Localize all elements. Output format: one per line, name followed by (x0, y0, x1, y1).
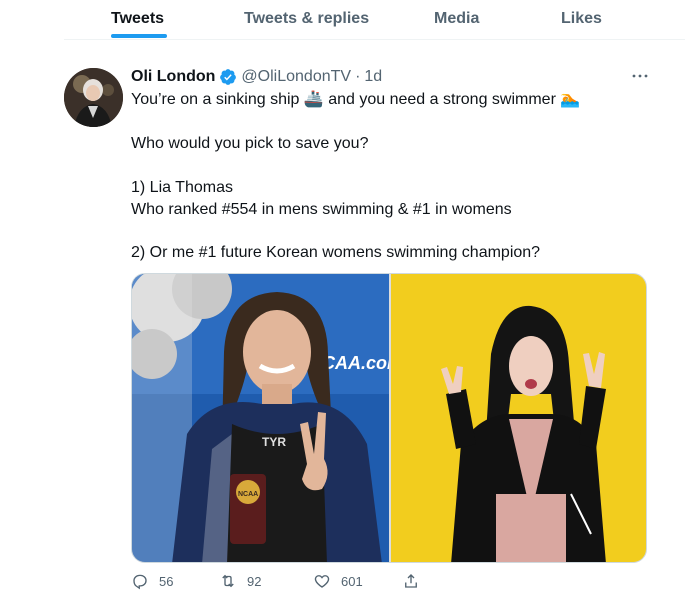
tweet-header: Oli London @OliLondonTV · 1d (131, 66, 382, 88)
profile-tabs: Tweets Tweets & replies Media Likes (64, 0, 685, 40)
tweet-media[interactable]: CAA.com TYR NCAA (131, 273, 647, 563)
reply-button[interactable]: 56 (131, 571, 173, 591)
author-handle[interactable]: @OliLondonTV (241, 68, 351, 86)
reply-icon (133, 574, 147, 590)
media-photo-left[interactable]: CAA.com TYR NCAA (132, 274, 389, 562)
tab-likes[interactable]: Likes (561, 10, 602, 28)
retweet-icon (222, 574, 234, 588)
tab-tweets-and-replies[interactable]: Tweets & replies (244, 10, 369, 28)
more-dots-icon[interactable] (630, 66, 650, 86)
separator-dot: · (355, 68, 361, 85)
tweet-text-line-1: You’re on a sinking ship 🚢 and you need … (131, 91, 581, 108)
verified-badge-icon (219, 68, 237, 86)
avatar[interactable] (64, 68, 123, 127)
tyr-logo-text: TYR (262, 435, 286, 449)
media-photo-right[interactable] (391, 274, 646, 562)
tweet-text-line-5: 2) Or me #1 future Korean womens swimmin… (131, 244, 541, 261)
trophy-label-text: NCAA (238, 491, 258, 498)
like-button[interactable]: 601 (313, 571, 363, 591)
reply-count: 56 (159, 573, 174, 589)
tweet-text-line-2: Who would you pick to save you? (131, 135, 369, 152)
author-name[interactable]: Oli London (131, 68, 215, 86)
tweet-text-line-3: 1) Lia Thomas (131, 179, 233, 196)
tab-tweets[interactable]: Tweets (111, 10, 164, 28)
ncaa-sign-text: CAA.com (322, 353, 389, 373)
tweet-text-line-4: Who ranked #554 in mens swimming & #1 in… (131, 201, 512, 218)
tweet-time[interactable]: 1d (364, 68, 382, 86)
tab-media[interactable]: Media (434, 10, 479, 28)
retweet-count: 92 (247, 573, 262, 589)
active-tab-indicator (111, 34, 167, 38)
heart-icon (314, 575, 330, 588)
share-icon (405, 574, 417, 588)
retweet-button[interactable]: 92 (219, 571, 261, 591)
tweet-actions: 56 92 601 (131, 571, 551, 591)
like-count: 601 (341, 573, 363, 589)
share-button[interactable] (402, 571, 430, 591)
